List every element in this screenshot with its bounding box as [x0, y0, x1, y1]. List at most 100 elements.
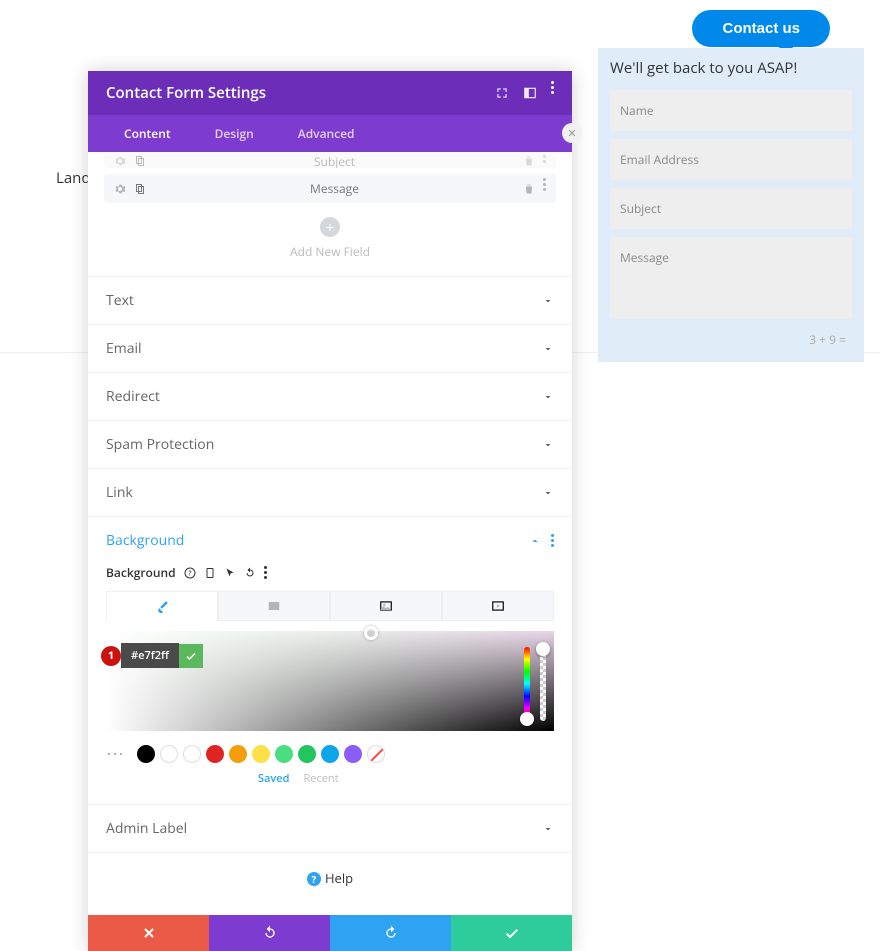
bg-label: Background [106, 564, 176, 581]
modal-footer [88, 915, 572, 951]
help-icon[interactable]: ? [184, 567, 196, 579]
bg-more-icon[interactable] [264, 571, 267, 574]
gear-icon[interactable] [114, 155, 126, 167]
paint-icon [155, 600, 169, 614]
copy-icon[interactable] [134, 155, 146, 167]
chevron-down-icon [542, 391, 554, 403]
tab-design[interactable]: Design [193, 115, 276, 152]
preview-message-field[interactable]: Message [610, 237, 852, 319]
preview-email-field[interactable]: Email Address [610, 139, 852, 180]
redo-button[interactable] [330, 915, 451, 951]
section-text[interactable]: Text [88, 277, 572, 325]
section-redirect[interactable]: Redirect [88, 373, 572, 421]
chevron-down-icon [542, 487, 554, 499]
undo-button[interactable] [209, 915, 330, 951]
bg-tab-video[interactable] [442, 591, 554, 621]
settings-modal: Contact Form Settings Content Design Adv… [88, 71, 572, 951]
color-swatch[interactable] [206, 745, 224, 763]
gradient-icon [267, 599, 281, 613]
modal-header: Contact Form Settings [88, 71, 572, 115]
section-link[interactable]: Link [88, 469, 572, 517]
tab-content[interactable]: Content [102, 115, 193, 152]
form-preview: We'll get back to you ASAP! Name Email A… [598, 48, 864, 362]
cancel-button[interactable] [88, 915, 209, 951]
more-icon[interactable] [551, 86, 554, 89]
help-row[interactable]: ?Help [88, 853, 572, 915]
video-icon [491, 599, 505, 613]
svg-text:?: ? [188, 569, 191, 578]
row-more-icon[interactable] [543, 155, 546, 158]
bg-tab-color[interactable] [106, 591, 218, 621]
preview-heading: We'll get back to you ASAP! [610, 58, 852, 78]
field-list: Subject Message + Add New Field [88, 152, 572, 277]
row-more-icon[interactable] [543, 183, 546, 186]
section-email[interactable]: Email [88, 325, 572, 373]
field-row-subject[interactable]: Subject [104, 154, 556, 168]
trash-icon[interactable] [523, 183, 535, 195]
cursor-icon[interactable] [224, 567, 236, 579]
preview-subject-field[interactable]: Subject [610, 188, 852, 229]
undo-icon[interactable] [244, 567, 256, 579]
close-icon [141, 925, 157, 941]
swatch-menu-icon[interactable]: ⋯ [106, 747, 126, 761]
callout-badge: 1 [101, 646, 121, 666]
bg-tab-gradient[interactable] [218, 591, 330, 621]
image-icon [379, 599, 393, 613]
color-swatch[interactable] [137, 745, 155, 763]
undo-icon [262, 925, 278, 941]
color-swatch[interactable] [275, 745, 293, 763]
field-row-label: Subject [146, 154, 523, 168]
section-admin-label[interactable]: Admin Label [88, 805, 572, 853]
modal-title: Contact Form Settings [106, 83, 266, 103]
chevron-up-icon [529, 535, 541, 547]
swatch-recent-tab[interactable]: Recent [304, 771, 339, 786]
chevron-down-icon [542, 823, 554, 835]
preview-name-field[interactable]: Name [610, 90, 852, 131]
check-icon [185, 650, 197, 662]
swatch-row: ⋯ [106, 745, 554, 763]
tab-advanced[interactable]: Advanced [276, 115, 377, 152]
check-icon [504, 925, 520, 941]
color-swatch[interactable] [298, 745, 316, 763]
copy-icon[interactable] [134, 183, 146, 195]
section-background[interactable]: Background [88, 517, 572, 564]
field-row-message[interactable]: Message [104, 174, 556, 203]
save-button[interactable] [451, 915, 572, 951]
tablet-icon[interactable] [204, 567, 216, 579]
hex-chip: 1 #e7f2ff [101, 643, 203, 668]
field-row-label: Message [146, 180, 523, 197]
color-swatch[interactable] [367, 745, 385, 763]
add-field-button[interactable]: + [320, 217, 340, 237]
chevron-down-icon [542, 295, 554, 307]
color-swatch[interactable] [183, 745, 201, 763]
panel-icon[interactable] [523, 86, 537, 100]
bg-tab-image[interactable] [330, 591, 442, 621]
color-swatch[interactable] [252, 745, 270, 763]
chevron-down-icon [542, 343, 554, 355]
alpha-thumb[interactable] [536, 642, 550, 656]
add-field-label: Add New Field [104, 243, 556, 260]
contact-us-button[interactable]: Contact us [692, 10, 830, 47]
color-swatch[interactable] [160, 745, 178, 763]
color-swatch[interactable] [321, 745, 339, 763]
trash-icon[interactable] [523, 155, 535, 167]
hue-slider[interactable] [524, 647, 530, 721]
section-spam[interactable]: Spam Protection [88, 421, 572, 469]
hue-thumb[interactable] [520, 712, 534, 726]
hex-input[interactable]: #e7f2ff [121, 643, 179, 668]
color-swatch[interactable] [229, 745, 247, 763]
close-icon[interactable]: ✕ [562, 123, 582, 143]
help-icon: ? [307, 872, 321, 886]
section-more-icon[interactable] [551, 539, 554, 542]
color-swatch[interactable] [344, 745, 362, 763]
swatch-saved-tab[interactable]: Saved [258, 771, 290, 786]
chevron-down-icon [542, 439, 554, 451]
hex-confirm-button[interactable] [179, 644, 203, 668]
alpha-slider[interactable] [540, 647, 546, 721]
picker-cursor[interactable] [364, 626, 378, 640]
gear-icon[interactable] [114, 183, 126, 195]
background-panel: Background ? [88, 564, 572, 805]
expand-icon[interactable] [495, 86, 509, 100]
add-field: + Add New Field [104, 209, 556, 270]
modal-tabs: Content Design Advanced ✕ [88, 115, 572, 152]
